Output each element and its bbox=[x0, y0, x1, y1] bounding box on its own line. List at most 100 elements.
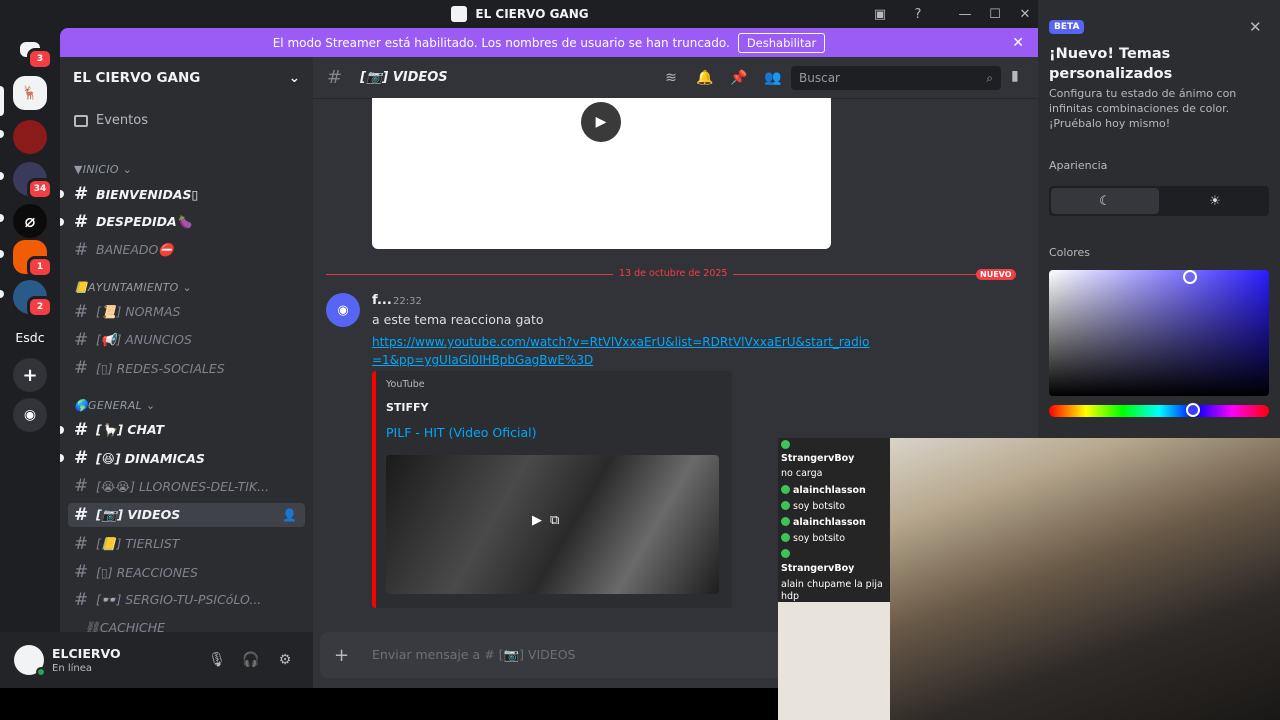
server-icon-4[interactable]: ⌀ bbox=[13, 204, 47, 238]
color-picker-handle[interactable] bbox=[1183, 270, 1197, 284]
deer-logo-icon: 🦌 bbox=[21, 85, 39, 101]
video-player[interactable]: ▶ bbox=[372, 98, 831, 249]
channel-reacciones[interactable]: # [▯] REACCIONES bbox=[68, 560, 305, 584]
members-icon[interactable]: 👥 bbox=[763, 68, 783, 88]
disable-streamer-mode-button[interactable]: Deshabilitar bbox=[737, 32, 826, 53]
category-inicio[interactable]: ▼INICIO ⌄ bbox=[74, 163, 132, 176]
embed-title[interactable]: PILF - HIT (Video Oficial) bbox=[386, 425, 536, 440]
channel-llorones[interactable]: # [😭😭] LLORONES-DEL-TIK... bbox=[68, 474, 305, 498]
events-label: Eventos bbox=[96, 113, 148, 128]
message-timestamp: 22:32 bbox=[393, 296, 422, 307]
stream-chat-message: alainchlasson bbox=[781, 517, 866, 528]
direct-messages-button[interactable]: 3 bbox=[13, 32, 53, 70]
server-icon-3[interactable]: 34 bbox=[13, 162, 53, 200]
add-member-icon[interactable]: 👤 bbox=[282, 508, 297, 522]
channel-label: [▯] REDES-SOCIALES bbox=[96, 360, 225, 376]
channel-videos[interactable]: # [📷] VIDEOS 👤 bbox=[68, 503, 305, 527]
stream-chat-text: alain chupame la pija hdp bbox=[781, 579, 883, 602]
webcam-left-area bbox=[778, 602, 890, 720]
unread-pip bbox=[60, 426, 64, 434]
hue-slider[interactable] bbox=[1049, 403, 1269, 417]
hue-slider-handle[interactable] bbox=[1186, 403, 1200, 417]
unread-pip bbox=[0, 130, 4, 138]
hash-icon: # bbox=[74, 302, 89, 322]
hash-icon: # bbox=[74, 358, 89, 378]
open-external-icon[interactable]: ⧉ bbox=[550, 513, 559, 528]
user-info[interactable]: ELCIERVO En línea bbox=[52, 646, 121, 674]
headphones-icon[interactable]: 🎧 bbox=[241, 650, 261, 670]
user-status: En línea bbox=[52, 663, 93, 674]
channel-dinamicas[interactable]: # [😆] DINAMICAS bbox=[60, 446, 305, 470]
stream-chat-user: StrangervBoy bbox=[781, 453, 855, 464]
channel-label: [😭😭] LLORONES-DEL-TIK... bbox=[96, 478, 270, 494]
channel-anuncios[interactable]: # [📢] ANUNCIOS bbox=[68, 328, 305, 352]
server-el-ciervo-gang[interactable]: 🦌 bbox=[13, 76, 47, 110]
channel-label: [🦙] CHAT bbox=[96, 422, 164, 437]
close-icon[interactable]: ✕ bbox=[1249, 18, 1262, 36]
play-icon[interactable]: ▶ bbox=[532, 513, 542, 528]
video-thumbnail[interactable]: ▶ ⧉ bbox=[386, 455, 719, 594]
discover-icon[interactable]: ◉ bbox=[13, 398, 47, 432]
search-input[interactable]: Buscar ⌕ bbox=[791, 66, 1001, 90]
server-icon-2[interactable] bbox=[13, 120, 47, 154]
hash-icon: # bbox=[74, 534, 89, 554]
bottom-bar bbox=[0, 688, 778, 720]
pin-icon[interactable]: 📌 bbox=[729, 68, 749, 88]
channel-sergio[interactable]: # [👓] SERGIO-TU-PSICóLO... bbox=[68, 588, 305, 612]
close-window-button[interactable]: ✕ bbox=[1010, 0, 1040, 28]
avatar[interactable] bbox=[14, 645, 46, 677]
dark-mode-icon[interactable]: ☾ bbox=[1051, 188, 1159, 214]
add-attachment-icon[interactable]: + bbox=[334, 645, 354, 666]
channel-label: [📷] VIDEOS bbox=[96, 507, 181, 522]
stream-chat-text-value: soy botsito bbox=[793, 533, 846, 544]
username: ELCIERVO bbox=[52, 646, 121, 661]
message-author[interactable]: f... bbox=[372, 293, 392, 308]
server-icon-6[interactable]: 2 bbox=[13, 280, 53, 318]
channel-tierlist[interactable]: # [📒] TIERLIST bbox=[68, 532, 305, 556]
gear-icon[interactable]: ⚙ bbox=[275, 650, 295, 670]
screen-share-icon[interactable]: ▣ bbox=[870, 4, 890, 24]
stream-chat-text-value: soy botsito bbox=[793, 501, 846, 512]
stream-chat-user: alainchlasson bbox=[793, 485, 866, 496]
channel-label: DESPEDIDA🍆 bbox=[96, 214, 193, 229]
chevron-down-icon: ⌄ bbox=[288, 70, 300, 86]
server-header[interactable]: EL CIERVO GANG ⌄ bbox=[60, 57, 313, 99]
add-server-icon[interactable]: + bbox=[13, 358, 47, 392]
channel-despedida[interactable]: # DESPEDIDA🍆 bbox=[60, 210, 305, 234]
server-badge: 2 bbox=[27, 296, 53, 318]
play-icon[interactable]: ▶ bbox=[581, 102, 621, 142]
search-placeholder: Buscar bbox=[799, 71, 840, 85]
channel-baneado[interactable]: # BANEADO⛔ bbox=[68, 238, 305, 262]
inbox-icon[interactable]: ▮ bbox=[1011, 68, 1019, 84]
threads-icon[interactable]: ≋ bbox=[661, 68, 681, 88]
maximize-button[interactable]: ☐ bbox=[980, 0, 1010, 28]
date-divider-label: 13 de octubre de 2025 bbox=[613, 268, 734, 279]
hash-icon: # bbox=[74, 590, 89, 610]
unread-pip bbox=[0, 214, 4, 222]
category-ayuntamiento[interactable]: 📒AYUNTAMIENTO ⌄ bbox=[74, 281, 192, 294]
help-icon[interactable]: ? bbox=[908, 4, 928, 24]
light-mode-icon[interactable]: ☀ bbox=[1161, 186, 1269, 216]
close-banner-icon[interactable]: ✕ bbox=[1012, 35, 1024, 51]
channel-label: BANEADO⛔ bbox=[96, 242, 174, 257]
channel-normas[interactable]: # [📜] NORMAS bbox=[68, 300, 305, 324]
microphone-icon[interactable]: 🎙 bbox=[207, 650, 227, 670]
thumbnail-controls: ▶ ⧉ bbox=[532, 513, 559, 528]
events-item[interactable]: Eventos bbox=[74, 113, 148, 128]
bell-icon[interactable]: 🔔 bbox=[695, 68, 715, 88]
embed-author[interactable]: STIFFY bbox=[386, 401, 429, 414]
minimize-button[interactable]: — bbox=[950, 0, 980, 28]
channel-bienvenidas[interactable]: # BIENVENIDAS▯ bbox=[60, 182, 305, 206]
category-general[interactable]: 🌎GENERAL ⌄ bbox=[74, 399, 155, 412]
color-picker[interactable] bbox=[1049, 270, 1269, 396]
channel-chat[interactable]: # [🦙] CHAT bbox=[60, 418, 305, 442]
hash-icon: # bbox=[74, 448, 89, 468]
channel-sidebar: EL CIERVO GANG ⌄ Eventos ▼INICIO ⌄ # BIE… bbox=[60, 57, 313, 632]
channel-cachiche[interactable]: ⛓CACHICHE bbox=[68, 616, 305, 632]
hash-icon: # bbox=[74, 240, 89, 260]
channel-redes-sociales[interactable]: # [▯] REDES-SOCIALES bbox=[68, 356, 305, 380]
avatar[interactable]: ◉ bbox=[326, 293, 360, 327]
server-esdc[interactable]: Esdc bbox=[13, 320, 47, 354]
server-icon-5[interactable]: 1 bbox=[13, 240, 53, 278]
message-link[interactable]: https://www.youtube.com/watch?v=RtVlVxxa… bbox=[372, 333, 872, 369]
